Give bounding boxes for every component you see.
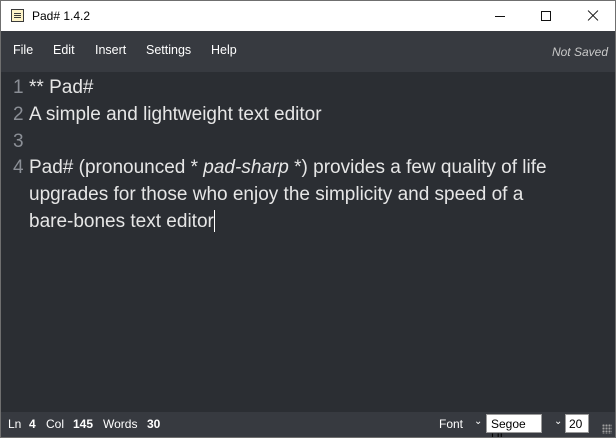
font-label: Font bbox=[439, 417, 464, 431]
line-number: 1 bbox=[13, 77, 24, 98]
menu-file[interactable]: File bbox=[13, 43, 33, 57]
notepad-icon bbox=[11, 9, 24, 22]
resize-grip-icon[interactable] bbox=[602, 424, 612, 434]
words-value: 30 bbox=[147, 417, 161, 431]
heading-text: Pad# bbox=[49, 77, 94, 98]
line4-italic: pad-sharp bbox=[203, 157, 289, 178]
column-label: Col bbox=[46, 417, 65, 431]
editor-line-1: ** Pad# bbox=[29, 74, 601, 101]
line4-text: *) provides a few quality of life bbox=[288, 157, 547, 178]
menu-help[interactable]: Help bbox=[211, 43, 237, 57]
editor-line-4: Pad# (pronounced * pad-sharp *) provides… bbox=[29, 154, 601, 181]
editor-line-2: A simple and lightweight text editor bbox=[29, 104, 322, 125]
chevron-down-icon[interactable]: ⌄ bbox=[554, 416, 562, 427]
maximize-icon[interactable] bbox=[523, 1, 569, 31]
heading-marker: ** bbox=[29, 77, 50, 98]
line-number: 3 bbox=[13, 131, 24, 152]
line4-text: Pad# (pronounced * bbox=[29, 157, 204, 178]
menu-edit[interactable]: Edit bbox=[53, 43, 75, 57]
title-bar[interactable]: Pad# 1.4.2 bbox=[1, 1, 615, 31]
line-number: 4 bbox=[13, 157, 24, 178]
minimize-icon[interactable] bbox=[477, 1, 523, 31]
line-value: 4 bbox=[29, 417, 36, 431]
menu-settings[interactable]: Settings bbox=[146, 43, 191, 57]
line-number: 2 bbox=[13, 104, 24, 125]
chevron-down-icon[interactable]: ⌄ bbox=[474, 416, 482, 427]
font-size-input[interactable]: 20 bbox=[565, 414, 589, 433]
save-status: Not Saved bbox=[551, 45, 608, 59]
line4-wrap-text: bare-bones text editor bbox=[29, 211, 214, 232]
text-editor[interactable]: 1 2 3 4 ** Pad# A simple and lightweight… bbox=[1, 72, 615, 412]
editor-line-4-wrap: bare-bones text editor bbox=[29, 208, 601, 235]
menu-bar: File Edit Insert Settings Help Not Saved bbox=[1, 31, 615, 72]
close-icon[interactable] bbox=[569, 1, 615, 31]
window-title: Pad# 1.4.2 bbox=[32, 9, 91, 23]
line-label: Ln bbox=[8, 417, 22, 431]
status-bar: Ln 4 Col 145 Words 30 Font ⌄ Segoe UI ⌄ … bbox=[1, 412, 615, 437]
menu-insert[interactable]: Insert bbox=[95, 43, 126, 57]
app-window: Pad# 1.4.2 File Edit Insert Settings Hel… bbox=[0, 0, 616, 438]
text-caret bbox=[213, 210, 215, 232]
editor-line-4-wrap: upgrades for those who enjoy the simplic… bbox=[29, 184, 524, 205]
column-value: 145 bbox=[73, 417, 94, 431]
font-family-select[interactable]: Segoe UI bbox=[486, 414, 542, 437]
vertical-scrollbar[interactable] bbox=[601, 72, 615, 412]
line-number-gutter: 1 2 3 4 bbox=[1, 72, 27, 412]
words-label: Words bbox=[103, 417, 138, 431]
